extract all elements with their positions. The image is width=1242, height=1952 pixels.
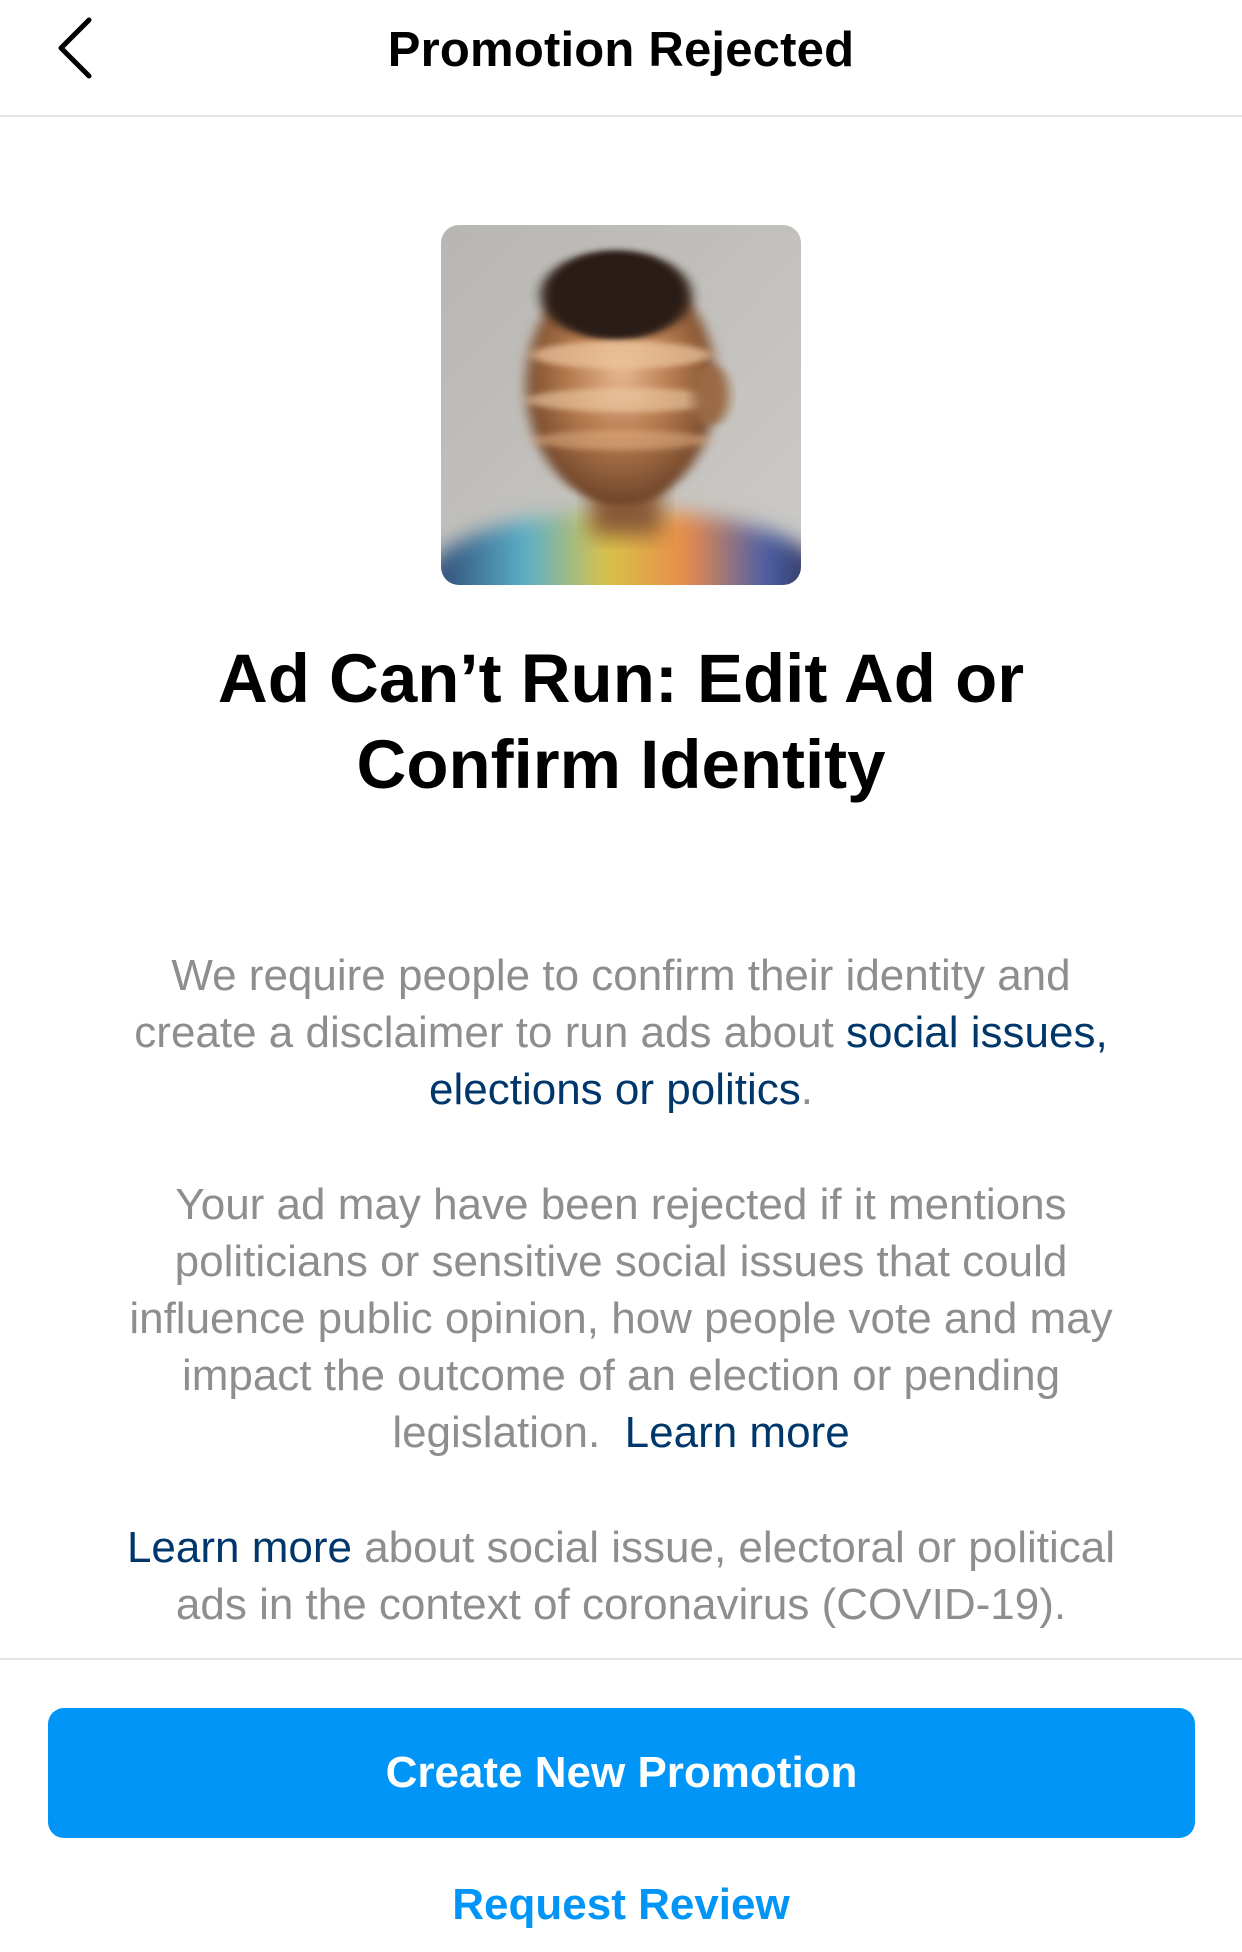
paragraph-line: influence public opinion, how people vot… (129, 1294, 1113, 1343)
divider (0, 1658, 1242, 1660)
headline-line-1: Ad Can’t Run: Edit Ad or (217, 640, 1025, 717)
paragraph-text: . (800, 1065, 813, 1114)
paragraph-line: politicians or sensitive social issues t… (174, 1237, 1068, 1286)
learn-more-covid-link[interactable]: Learn more (127, 1523, 352, 1572)
paragraph-line: impact the outcome of an election or pen… (181, 1351, 1061, 1400)
paragraph-text: legislation. (392, 1408, 625, 1457)
rejection-reason-paragraph: Your ad may have been rejected if it men… (40, 1176, 1202, 1461)
paragraph-line: legislation. Learn more (40, 1404, 1202, 1461)
paragraph-line: Learn more about social issue, electoral… (40, 1519, 1202, 1576)
covid-info-paragraph: Learn more about social issue, electoral… (40, 1519, 1202, 1633)
paragraph-line: ads in the context of coronavirus (COVID… (175, 1580, 1067, 1629)
request-review-button[interactable]: Request Review (0, 1880, 1242, 1930)
rejection-headline: Ad Can’t Run: Edit Ad or Confirm Identit… (100, 636, 1142, 808)
paragraph-line: elections or politics. (40, 1061, 1202, 1118)
paragraph-line: We require people to confirm their ident… (171, 951, 1071, 1000)
paragraph-line: create a disclaimer to run ads about soc… (40, 1004, 1202, 1061)
page-title: Promotion Rejected (387, 23, 855, 77)
ad-thumbnail (441, 225, 801, 585)
paragraph-line: Your ad may have been rejected if it men… (175, 1180, 1067, 1229)
create-new-promotion-button[interactable]: Create New Promotion (48, 1708, 1195, 1838)
paragraph-text: create a disclaimer to run ads about (134, 1008, 847, 1057)
social-issues-link[interactable]: social issues, (846, 1008, 1108, 1057)
elections-politics-link[interactable]: elections or politics (429, 1065, 801, 1114)
learn-more-link[interactable]: Learn more (625, 1408, 850, 1457)
paragraph-text: about social issue, electoral or politic… (351, 1523, 1116, 1572)
headline-line-2: Confirm Identity (356, 726, 886, 803)
identity-requirement-paragraph: We require people to confirm their ident… (40, 947, 1202, 1118)
top-nav-bar: Promotion Rejected (0, 0, 1242, 117)
